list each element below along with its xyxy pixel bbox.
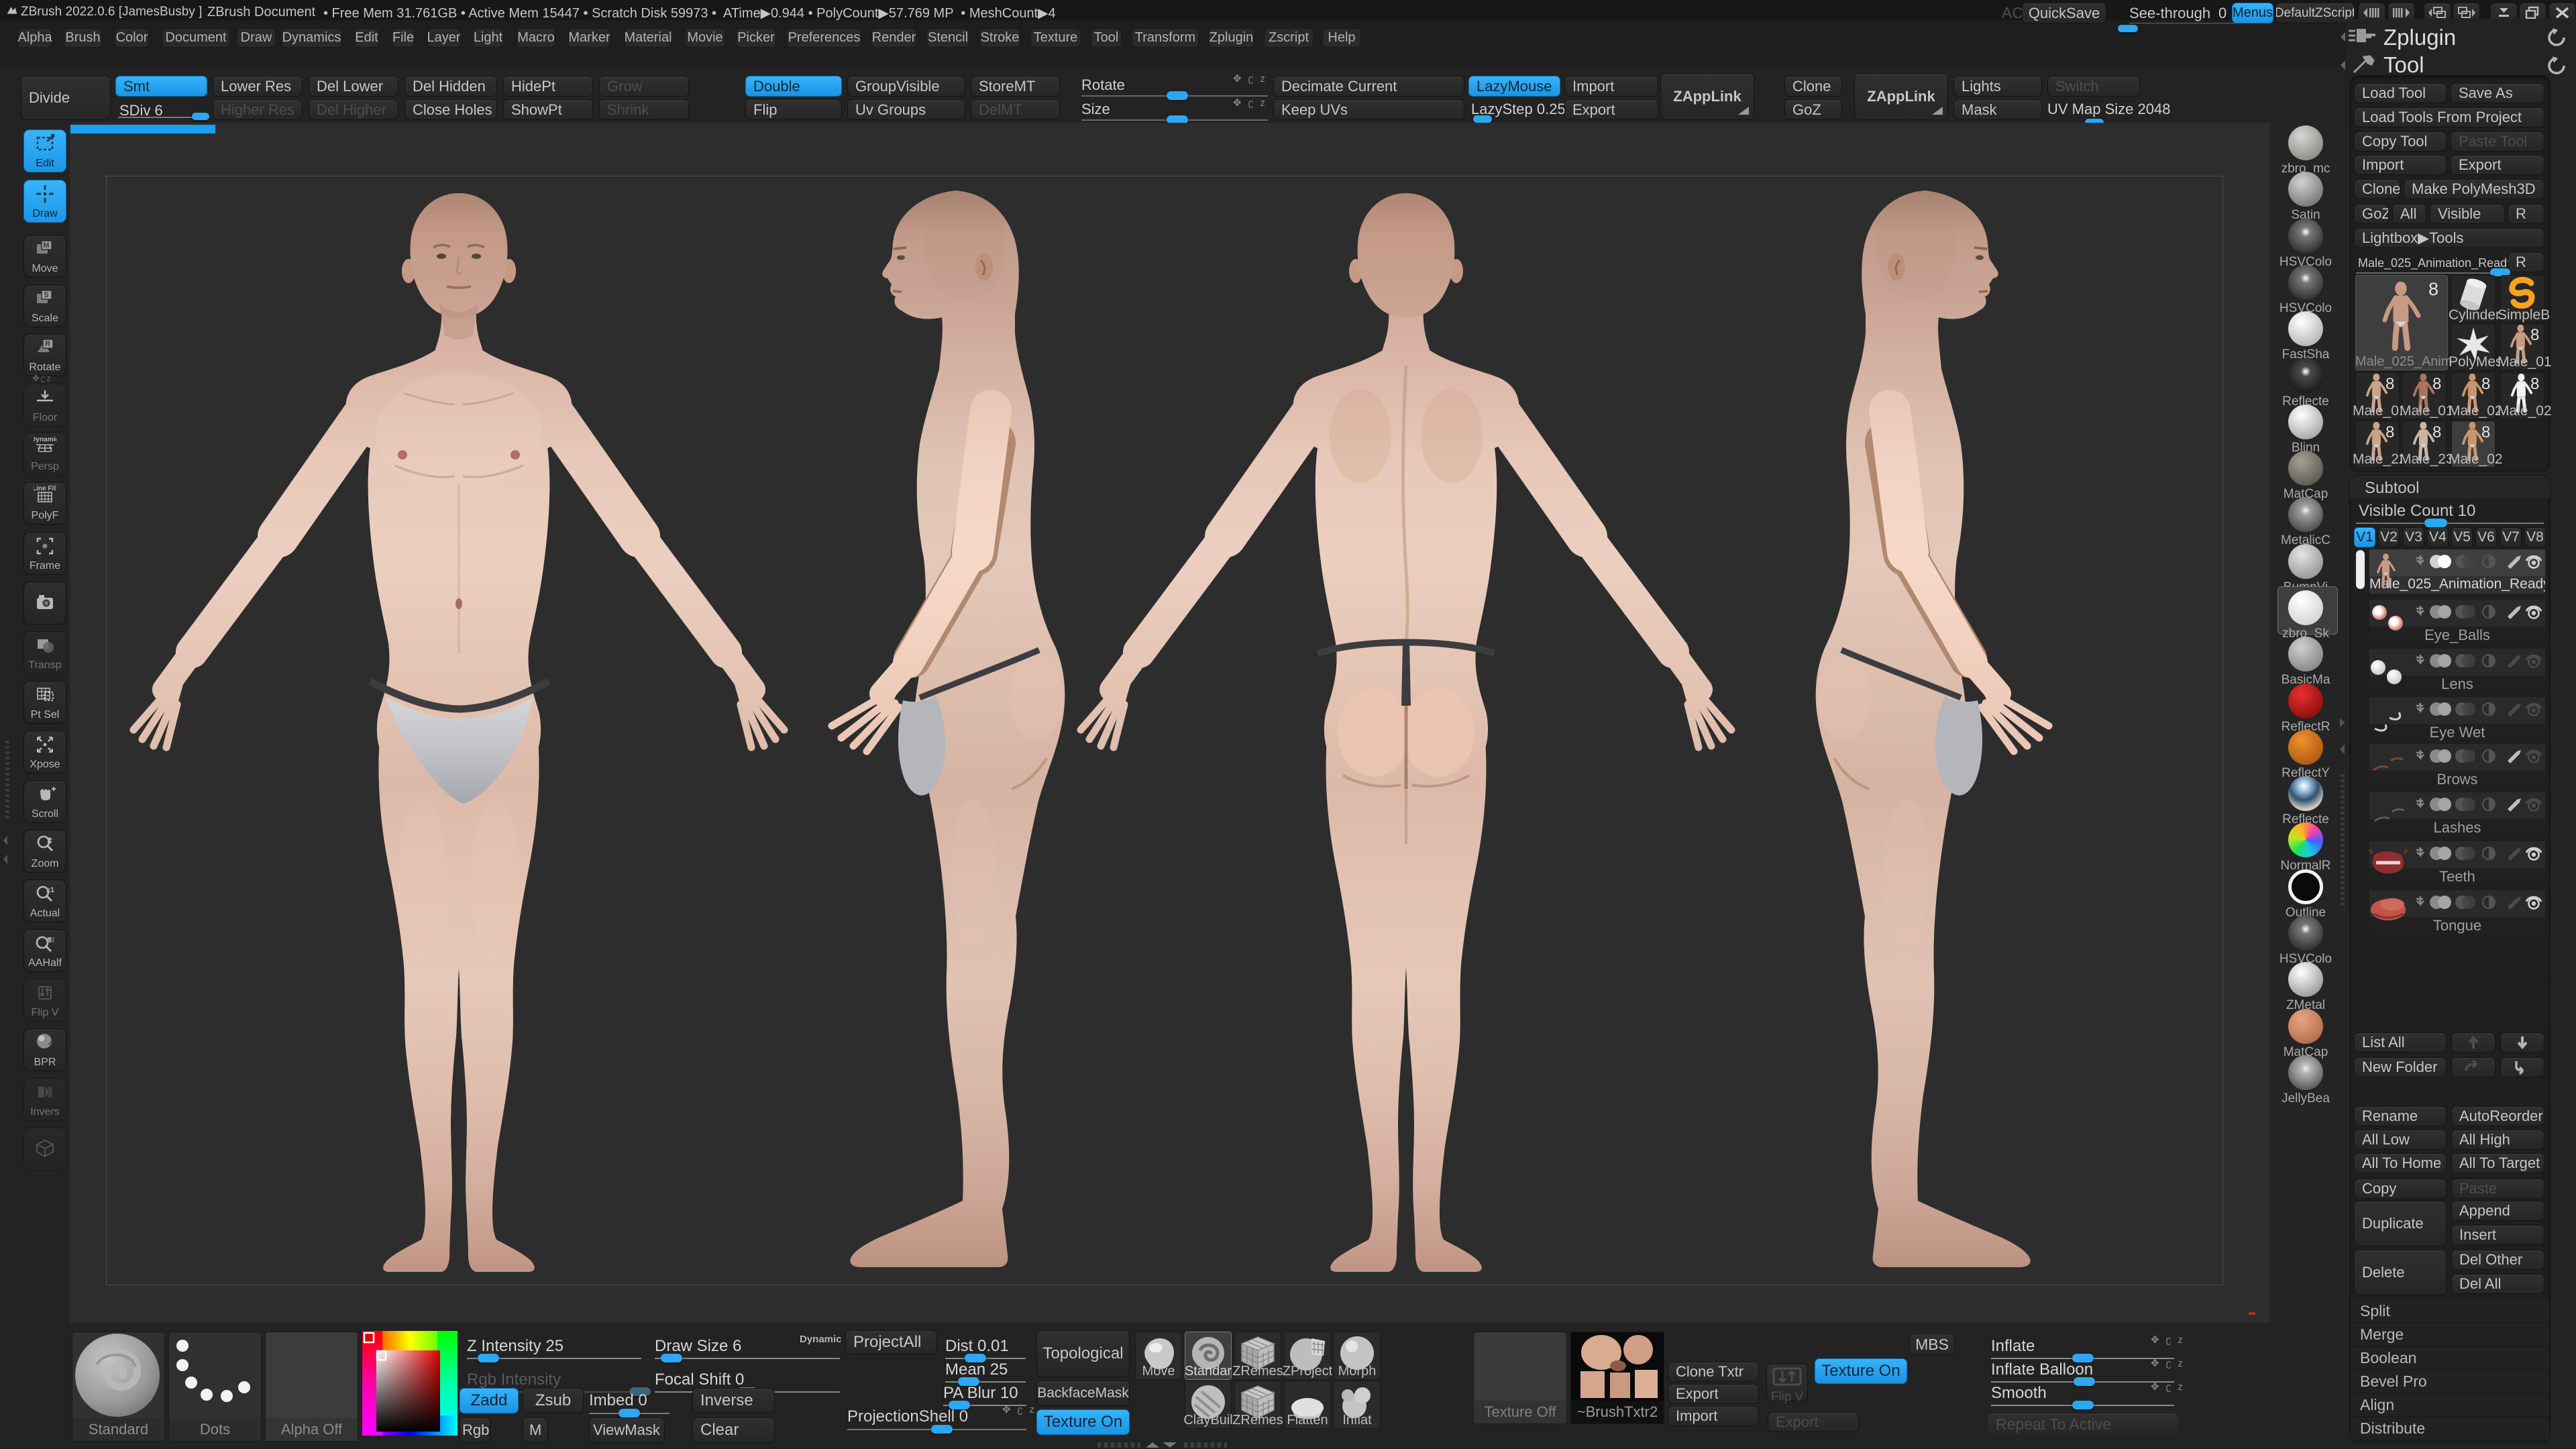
svg-text:Line Fill: Line Fill	[34, 485, 56, 492]
svg-text:S: S	[44, 291, 48, 299]
svg-text:M: M	[43, 241, 49, 250]
svg-text:R: R	[45, 340, 50, 348]
svg-text:Dynamic: Dynamic	[34, 436, 56, 443]
svg-text:x1: x1	[46, 886, 54, 894]
